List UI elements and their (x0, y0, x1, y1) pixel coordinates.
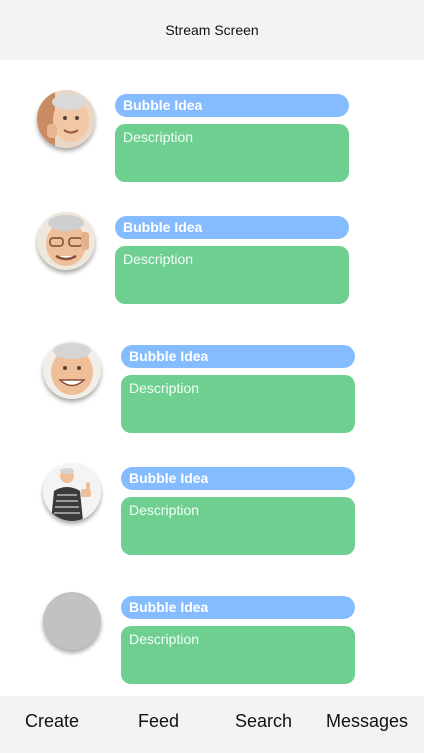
nav-feed[interactable]: Feed (138, 711, 179, 732)
description-box[interactable]: Description (121, 375, 355, 433)
bubble-idea-title[interactable]: Bubble Idea (121, 467, 355, 490)
description-box[interactable]: Description (115, 246, 349, 304)
bubble-idea-title[interactable]: Bubble Idea (115, 94, 349, 117)
post-item[interactable]: Bubble Idea Description (0, 88, 424, 188)
stream-screen: Stream Screen Bubble Idea Description Bu… (0, 0, 424, 753)
nav-search[interactable]: Search (235, 711, 292, 732)
bottom-navigation: Create Feed Search Messages (0, 696, 424, 753)
man-thumbs-up-photo-icon[interactable] (43, 463, 101, 521)
smiling-man-photo-icon[interactable] (43, 341, 101, 399)
post-item[interactable]: Bubble Idea Description (0, 210, 424, 310)
nav-messages[interactable]: Messages (326, 711, 408, 732)
description-box[interactable]: Description (121, 497, 355, 555)
post-item[interactable]: Bubble Idea Description (0, 339, 424, 439)
man-face-photo-icon[interactable] (37, 90, 95, 148)
nav-create[interactable]: Create (25, 711, 79, 732)
bubble-idea-title[interactable]: Bubble Idea (121, 345, 355, 368)
header-bar: Stream Screen (0, 0, 424, 60)
post-item[interactable]: Bubble Idea Description (0, 461, 424, 561)
description-box[interactable]: Description (115, 124, 349, 182)
bubble-idea-title[interactable]: Bubble Idea (121, 596, 355, 619)
description-box[interactable]: Description (121, 626, 355, 684)
page-title: Stream Screen (165, 22, 259, 38)
man-glasses-photo-icon[interactable] (37, 212, 95, 270)
idea-feed[interactable]: Bubble Idea Description Bubble Idea Desc… (0, 60, 424, 696)
post-item[interactable]: Bubble Idea Description (0, 590, 424, 690)
bubble-idea-title[interactable]: Bubble Idea (115, 216, 349, 239)
placeholder-avatar-icon[interactable] (43, 592, 101, 650)
